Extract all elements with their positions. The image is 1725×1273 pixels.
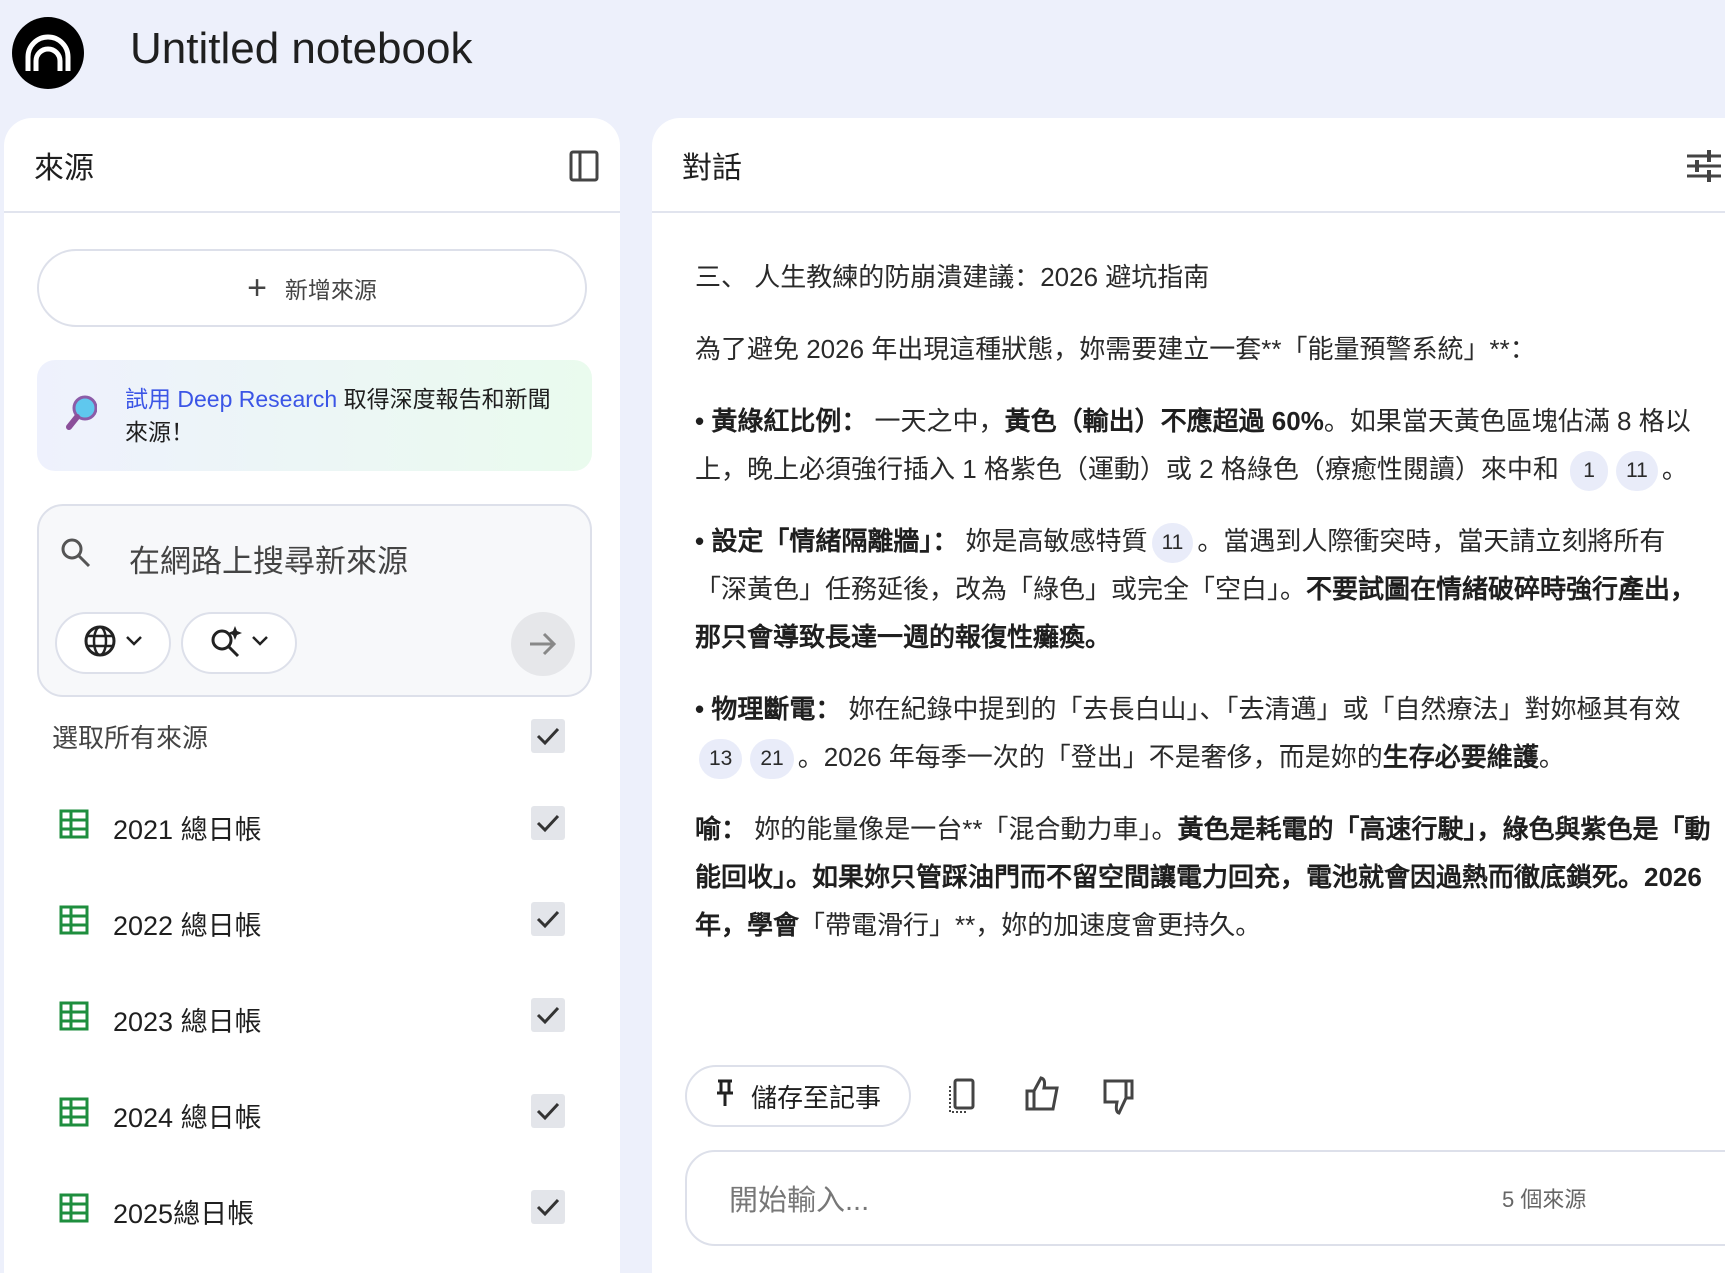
source-item[interactable]: 2025總日帳: [59, 1192, 254, 1231]
chat-paragraph: • 設定「情緒隔離牆」： 妳是高敏感特質 11 。當遇到人際衝突時，當天請立刻將所有…: [695, 517, 1715, 661]
search-input[interactable]: 在網路上搜尋新來源: [129, 536, 408, 581]
section-heading: 三、 人生教練的防崩潰建議：2026 避坑指南: [695, 253, 1715, 301]
source-label: 2023 總日帳: [113, 1007, 262, 1037]
select-all-checkbox[interactable]: [531, 719, 565, 753]
source-item[interactable]: 2023 總日帳: [59, 1000, 262, 1039]
source-checkbox[interactable]: [531, 1190, 565, 1224]
source-checkbox[interactable]: [531, 806, 565, 840]
spreadsheet-icon: [59, 1001, 89, 1038]
text: 為了避免 2026 年出現這種狀態，妳需要建立一套**「能量預警系統」**：: [695, 334, 1536, 364]
chat-paragraph: 為了避免 2026 年出現這種狀態，妳需要建立一套**「能量預警系統」**：: [695, 325, 1715, 373]
text: 三、 人生教練的防崩潰建議：2026 避坑指南: [695, 262, 1210, 292]
submit-search-button[interactable]: [511, 612, 575, 676]
spreadsheet-icon: [59, 905, 89, 942]
source-count: 5 個來源: [1502, 1187, 1587, 1212]
chat-header: 對話: [652, 118, 1725, 213]
text: 一天之中，: [867, 406, 1005, 436]
chevron-down-icon: [251, 634, 269, 652]
search-icon: [59, 536, 93, 575]
web-search-box[interactable]: 在網路上搜尋新來源: [37, 504, 592, 697]
chat-panel: 對話 三、 人生教練的防崩潰建議：2026 避坑指南為了避免 2026 年出現這…: [652, 118, 1725, 1273]
thumbs-down-icon[interactable]: [1102, 1078, 1138, 1121]
source-label: 2024 總日帳: [113, 1103, 262, 1133]
bold-text: 生存必要維護: [1382, 742, 1539, 772]
text: 。: [1538, 742, 1565, 772]
bold-text: • 黃綠紅比例：: [695, 406, 868, 436]
plus-icon: +: [247, 268, 267, 307]
chat-input[interactable]: 開始輸入... 5 個來源: [685, 1150, 1725, 1246]
chat-message: 三、 人生教練的防崩潰建議：2026 避坑指南為了避免 2026 年出現這種狀態…: [695, 253, 1715, 973]
citation-chip[interactable]: 1: [1570, 451, 1609, 492]
deep-research-banner[interactable]: 試用 Deep Research 取得深度報告和新聞來源！: [37, 360, 592, 471]
chevron-down-icon: [125, 634, 143, 652]
notebook-title[interactable]: Untitled notebook: [130, 24, 472, 74]
save-to-note-label: 儲存至記事: [750, 1082, 881, 1113]
chat-paragraph: • 物理斷電： 妳在紀錄中提到的「去長白山」、「去清邁」或「自然療法」對妳極其有…: [695, 685, 1715, 781]
sparkle-search-icon: [209, 624, 243, 663]
citation-chip[interactable]: 11: [1151, 523, 1194, 564]
deep-research-link[interactable]: 試用 Deep Research: [125, 386, 337, 412]
chat-title: 對話: [682, 151, 742, 185]
sources-title: 來源: [34, 151, 94, 185]
citation-chip[interactable]: 11: [1616, 451, 1658, 492]
chat-input-placeholder: 開始輸入...: [729, 1185, 870, 1217]
collapse-panel-icon[interactable]: [569, 150, 599, 187]
source-checkbox[interactable]: [531, 1094, 565, 1128]
source-label: 2022 總日帳: [113, 911, 262, 941]
citation-chip[interactable]: 21: [750, 739, 794, 780]
bold-text: • 設定「情緒隔離牆」：: [695, 526, 959, 556]
source-checkbox[interactable]: [531, 902, 565, 936]
sources-panel: 來源 + 新增來源 試用 Deep Research 取得深度報告和新聞來源！ …: [4, 118, 620, 1273]
magnifier-icon: [65, 394, 98, 437]
notebooklm-logo[interactable]: [12, 17, 84, 89]
text: 。: [1661, 454, 1688, 484]
text: 。2026 年每季一次的「登出」不是奢侈，而是妳的: [797, 742, 1383, 772]
text: 妳在紀錄中提到的「去長白山」、「去清邁」或「自然療法」對妳極其有效: [841, 694, 1681, 724]
text: 妳的能量像是一台**「混合動力車」。: [747, 814, 1178, 844]
add-source-button[interactable]: + 新增來源: [37, 249, 587, 327]
chat-settings-icon[interactable]: [1687, 150, 1721, 187]
globe-icon: [83, 624, 117, 663]
spreadsheet-icon: [59, 809, 89, 846]
spreadsheet-icon: [59, 1193, 89, 1230]
source-type-dropdown[interactable]: [55, 612, 171, 674]
thumbs-up-icon[interactable]: [1024, 1076, 1060, 1117]
chat-paragraph: 喻： 妳的能量像是一台**「混合動力車」。黃色是耗電的「高速行駛」，綠色與紫色是…: [695, 805, 1715, 949]
copy-icon[interactable]: [947, 1078, 977, 1119]
select-all-label: 選取所有來源: [52, 723, 209, 753]
text: 「帶電滑行」**，妳的加速度會更持久。: [799, 910, 1262, 940]
sources-header: 來源: [4, 118, 620, 213]
source-item[interactable]: 2022 總日帳: [59, 904, 262, 943]
source-label: 2025總日帳: [113, 1199, 255, 1229]
bold-text: • 物理斷電：: [695, 694, 842, 724]
citation-chip[interactable]: 13: [699, 739, 743, 780]
text: 妳是高敏感特質: [958, 526, 1148, 556]
pin-icon: [715, 1078, 735, 1115]
source-item[interactable]: 2024 總日帳: [59, 1096, 262, 1135]
chat-paragraph: • 黃綠紅比例： 一天之中，黃色（輸出）不應超過 60%。如果當天黃色區塊佔滿 …: [695, 397, 1715, 493]
bold-text: 黃色（輸出）不應超過 60%: [1004, 406, 1324, 436]
save-to-note-button[interactable]: 儲存至記事: [685, 1065, 911, 1127]
source-label: 2021 總日帳: [113, 815, 262, 845]
add-source-label: 新增來源: [284, 277, 377, 303]
bold-text: 喻：: [695, 814, 748, 844]
source-item[interactable]: 2021 總日帳: [59, 808, 262, 847]
research-mode-dropdown[interactable]: [181, 612, 297, 674]
source-checkbox[interactable]: [531, 998, 565, 1032]
spreadsheet-icon: [59, 1097, 89, 1134]
